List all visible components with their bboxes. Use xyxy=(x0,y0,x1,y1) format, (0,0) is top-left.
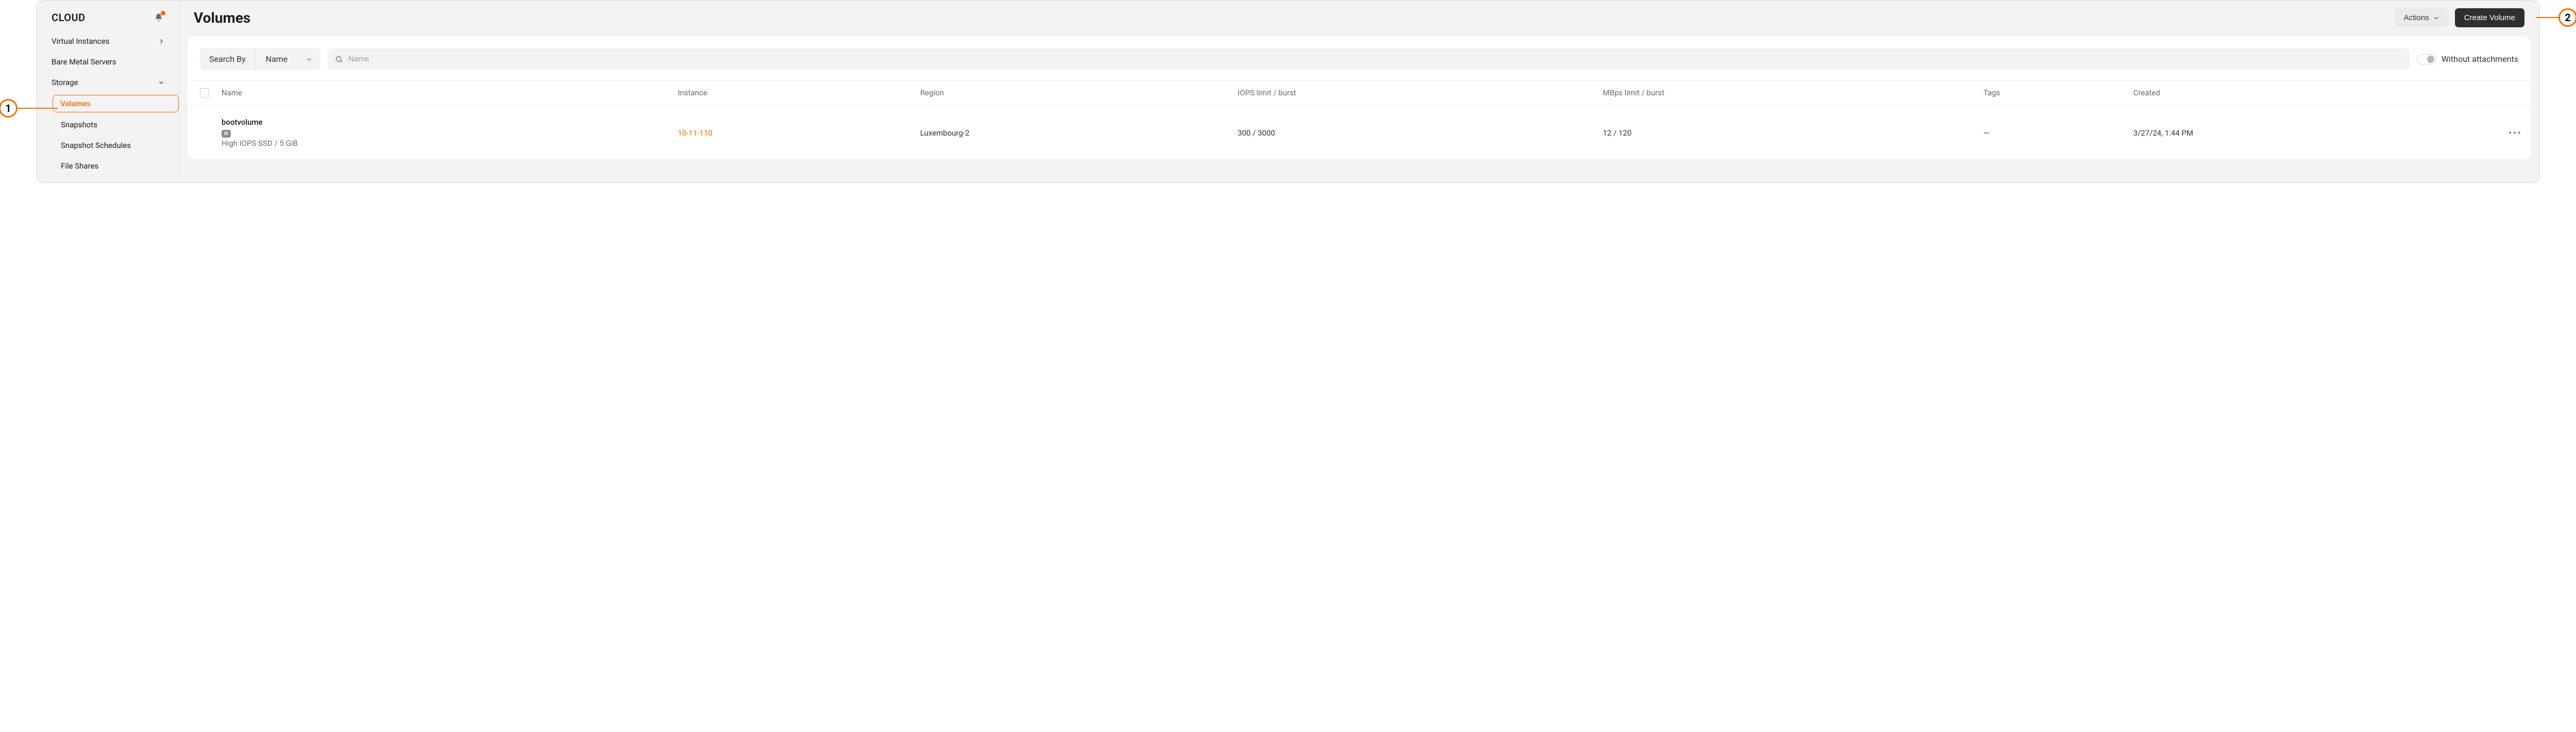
row-actions-button[interactable]: ••• xyxy=(2506,127,2524,139)
search-by-label: Search By xyxy=(200,48,256,70)
sidebar-item-label: File Shares xyxy=(61,161,98,171)
create-volume-button[interactable]: Create Volume xyxy=(2455,8,2524,27)
sidebar-item-label: Snapshot Schedules xyxy=(61,141,131,150)
search-by-value: Name xyxy=(266,54,288,64)
volume-spec: High IOPS SSD / 5 GiB xyxy=(222,139,666,148)
volumes-table: Name Instance Region IOPS limit / burst … xyxy=(188,80,2531,159)
chevron-down-icon xyxy=(2433,15,2439,21)
without-attachments-toggle[interactable] xyxy=(2417,54,2436,64)
sidebar-item-label: Snapshots xyxy=(61,120,97,129)
cell-region: Luxembourg-2 xyxy=(914,106,1231,160)
search-icon xyxy=(335,55,343,63)
col-name: Name xyxy=(215,81,672,106)
id-badge[interactable]: ID xyxy=(222,130,231,138)
sidebar-item-volumes[interactable]: Volumes xyxy=(53,95,179,112)
annotation-2-number: 2 xyxy=(2565,11,2570,24)
volume-name: bootvolume xyxy=(222,118,666,127)
content-card: Search By Name xyxy=(188,37,2531,159)
chevron-down-icon xyxy=(306,56,312,62)
page-title: Volumes xyxy=(194,9,250,26)
chevron-down-icon xyxy=(158,79,164,86)
search-input-wrap xyxy=(328,48,2410,70)
toggle-knob-icon xyxy=(2427,56,2434,63)
col-instance: Instance xyxy=(672,81,914,106)
select-all-checkbox[interactable] xyxy=(200,88,209,97)
instance-link[interactable]: 10-11-110 xyxy=(678,128,713,138)
actions-dropdown-label: Actions xyxy=(2404,13,2429,22)
sidebar-item-label: Storage xyxy=(52,78,78,87)
sidebar-item-virtual-instances[interactable]: Virtual Instances xyxy=(37,31,179,52)
annotation-1-bubble: 1 xyxy=(0,99,18,118)
annotation-2-bubble: 2 xyxy=(2558,8,2576,27)
col-iops: IOPS limit / burst xyxy=(1231,81,1597,106)
search-input[interactable] xyxy=(348,48,2402,70)
actions-dropdown[interactable]: Actions xyxy=(2395,8,2449,27)
cell-mbps: 12 / 120 xyxy=(1597,106,1977,160)
app-window: CLOUD Virtual Instances Bare Metal Serve… xyxy=(36,0,2540,183)
main-panel: Volumes Actions Create Volume xyxy=(179,1,2539,182)
without-attachments-label: Without attachments xyxy=(2442,54,2518,64)
search-by-group: Search By Name xyxy=(200,48,320,70)
annotation-1-number: 1 xyxy=(5,102,11,114)
filter-bar: Search By Name xyxy=(188,37,2531,80)
sidebar-item-file-shares[interactable]: File Shares xyxy=(37,156,179,176)
search-by-select[interactable]: Name xyxy=(256,48,321,70)
create-volume-label: Create Volume xyxy=(2464,13,2515,22)
sidebar-item-label: Virtual Instances xyxy=(52,37,109,46)
sidebar-item-label: Volumes xyxy=(60,99,91,108)
sidebar-item-bare-metal[interactable]: Bare Metal Servers xyxy=(37,52,179,72)
col-created: Created xyxy=(2127,81,2500,106)
cell-iops: 300 / 3000 xyxy=(1231,106,1597,160)
sidebar: CLOUD Virtual Instances Bare Metal Serve… xyxy=(37,1,179,182)
sidebar-item-snapshot-schedules[interactable]: Snapshot Schedules xyxy=(37,135,179,156)
sidebar-item-label: Bare Metal Servers xyxy=(52,57,116,66)
col-region: Region xyxy=(914,81,1231,106)
table-row: bootvolume ID High IOPS SSD / 5 GiB 10-1… xyxy=(188,106,2531,160)
col-mbps: MBps limit / burst xyxy=(1597,81,1977,106)
sidebar-item-snapshots[interactable]: Snapshots xyxy=(37,114,179,135)
cell-tags: — xyxy=(1977,106,2127,160)
chevron-right-icon xyxy=(158,38,164,44)
page-header: Volumes Actions Create Volume xyxy=(179,1,2539,37)
cell-created: 3/27/24, 1:44 PM xyxy=(2127,106,2500,160)
sidebar-item-storage[interactable]: Storage xyxy=(37,72,179,93)
brand-title: CLOUD xyxy=(52,11,86,24)
notification-dot-icon xyxy=(161,11,165,15)
notifications-button[interactable] xyxy=(153,12,164,23)
col-tags: Tags xyxy=(1977,81,2127,106)
more-icon: ••• xyxy=(2509,127,2522,139)
